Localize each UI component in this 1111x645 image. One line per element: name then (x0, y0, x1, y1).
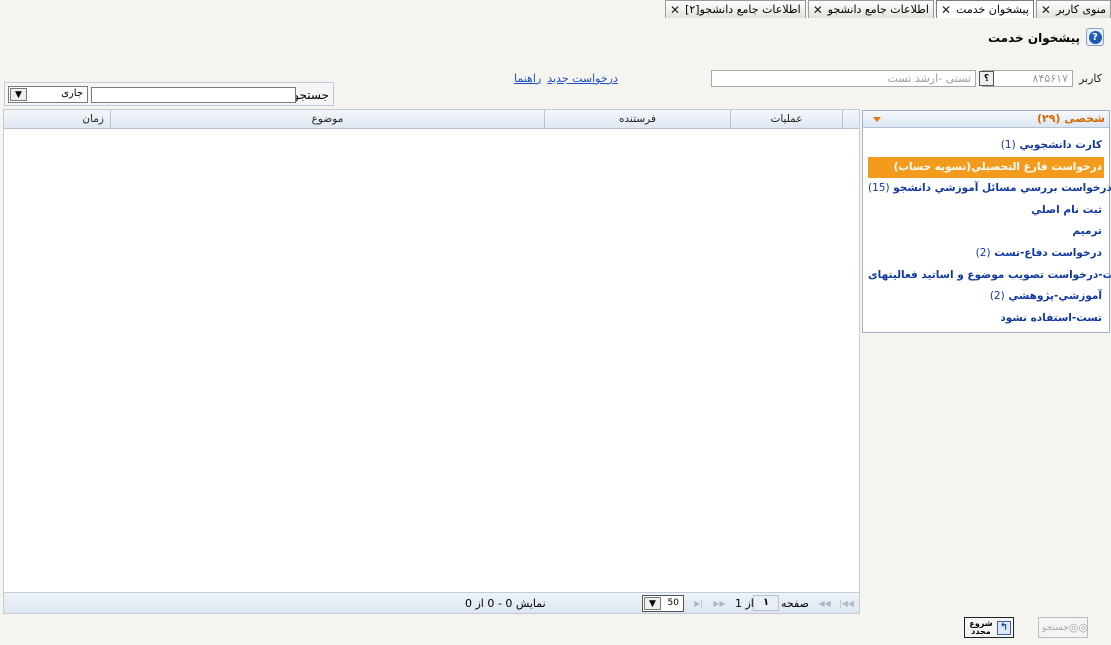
tab-label: اطلاعات جامع دانشجو[۲] (685, 3, 801, 16)
search-panel: جستجو جاری ▼ (4, 82, 334, 106)
category-item-topic-approval[interactable]: تست-درخواست تصويب موضوع و اساتيد فعاليته… (868, 265, 1111, 287)
category-item-graduation[interactable]: درخواست فارغ التحصيلي(تسويه حساب) (868, 156, 1104, 179)
close-icon[interactable]: ✕ (1041, 4, 1051, 16)
user-code-field[interactable]: ۸۴۵۶۱۷ (982, 70, 1073, 87)
search-input[interactable] (91, 87, 296, 103)
user-label: کاربر (1078, 72, 1102, 85)
binoculars-icon: ◎◎ (1068, 621, 1088, 634)
category-item-educational-issues[interactable]: درخواست بررسي مسائل آموزشي دانشجو (15) (868, 178, 1111, 200)
first-page-icon[interactable]: |◀◀ (839, 597, 854, 610)
page-label: صفحه (781, 597, 809, 610)
category-panel: شخصی (۲۹) کارت دانشجويي (1) درخواست فارغ… (862, 110, 1111, 333)
requests-grid: زمان موضوع فرستنده عملیات |◀◀ ◀◀ صفحه ۱ … (3, 109, 860, 614)
status-select[interactable]: جاری ▼ (8, 86, 88, 103)
restart-icon: ↰ (997, 620, 1011, 635)
display-count-text: نمایش 0 - 0 از 0 (465, 597, 546, 610)
category-item-repair[interactable]: ترميم (868, 221, 1104, 243)
column-edge (842, 110, 859, 128)
user-lookup-button[interactable]: ؟ (979, 71, 994, 86)
tab-student-info[interactable]: اطلاعات جامع دانشجو ✕ (807, 0, 934, 18)
category-item-defense-test[interactable]: درخواست دفاع-تست (2) (868, 243, 1104, 265)
last-page-icon[interactable]: ▶| (691, 597, 706, 610)
page-count-label: از 1 (735, 597, 754, 610)
status-select-value: جاری (61, 88, 83, 99)
column-subject[interactable]: موضوع (110, 110, 544, 128)
restart-label: شروع مجدد (969, 618, 993, 636)
chevron-down-icon[interactable]: ▼ (10, 88, 27, 101)
category-header[interactable]: شخصی (۲۹) (863, 111, 1109, 128)
category-title: شخصی (۲۹) (1036, 112, 1105, 125)
help-button[interactable]: ? (1086, 28, 1104, 46)
collapse-arrow-icon[interactable] (873, 117, 881, 122)
prev-page-icon[interactable]: ◀◀ (817, 597, 832, 610)
page-size-value: 50 (667, 598, 679, 608)
grid-header: زمان موضوع فرستنده عملیات (4, 110, 859, 129)
column-time[interactable]: زمان (4, 110, 110, 128)
tab-user-menu[interactable]: منوی کاربر ✕ (1035, 0, 1111, 18)
help-link[interactable]: راهنما (514, 72, 541, 85)
new-request-link[interactable]: درخواست جديد (547, 72, 618, 85)
tab-label: پیشخوان خدمت (956, 3, 1029, 16)
search-button[interactable]: جستجو ◎◎ (1038, 617, 1088, 638)
chevron-down-icon[interactable]: ▼ (644, 597, 661, 610)
close-icon[interactable]: ✕ (941, 4, 951, 16)
category-item-research[interactable]: آموزشي-پژوهشي (2) (868, 286, 1104, 308)
tab-label: منوی کاربر (1055, 3, 1106, 16)
page-title: پیشخوان خدمت (987, 31, 1080, 45)
tab-strip: منوی کاربر ✕ پیشخوان خدمت ✕ اطلاعات جامع… (663, 0, 1111, 18)
category-item-student-card[interactable]: کارت دانشجويي (1) (868, 135, 1104, 157)
action-links: راهنما درخواست جديد (514, 72, 618, 85)
next-page-icon[interactable]: ▶▶ (712, 597, 727, 610)
grid-pager: |◀◀ ◀◀ صفحه ۱ از 1 ▶▶ ▶| 50 ▼ نمایش 0 - … (4, 592, 859, 613)
column-operations[interactable]: عملیات (730, 110, 842, 128)
user-name-field[interactable]: تستی -ارشد تست (711, 70, 976, 87)
close-icon[interactable]: ✕ (813, 4, 823, 16)
help-icon: ? (1088, 30, 1102, 44)
search-label: جستجو (293, 88, 329, 102)
tab-student-info-2[interactable]: اطلاعات جامع دانشجو[۲] ✕ (665, 0, 806, 18)
category-item-registration[interactable]: ثبت نام اصلي (868, 200, 1104, 222)
category-list: کارت دانشجويي (1) درخواست فارغ التحصيلي(… (868, 135, 1111, 330)
column-sender[interactable]: فرستنده (544, 110, 730, 128)
category-item-test-unused[interactable]: تست-استفاده نشود (868, 308, 1104, 330)
page-size-select[interactable]: 50 ▼ (642, 595, 684, 612)
page-number-input[interactable]: ۱ (753, 595, 779, 611)
tab-label: اطلاعات جامع دانشجو (827, 3, 929, 16)
restart-button[interactable]: شروع مجدد ↰ (964, 617, 1014, 638)
tab-service-desk[interactable]: پیشخوان خدمت ✕ (935, 0, 1034, 18)
search-button-label: جستجو (1042, 622, 1069, 633)
close-icon[interactable]: ✕ (670, 4, 680, 16)
